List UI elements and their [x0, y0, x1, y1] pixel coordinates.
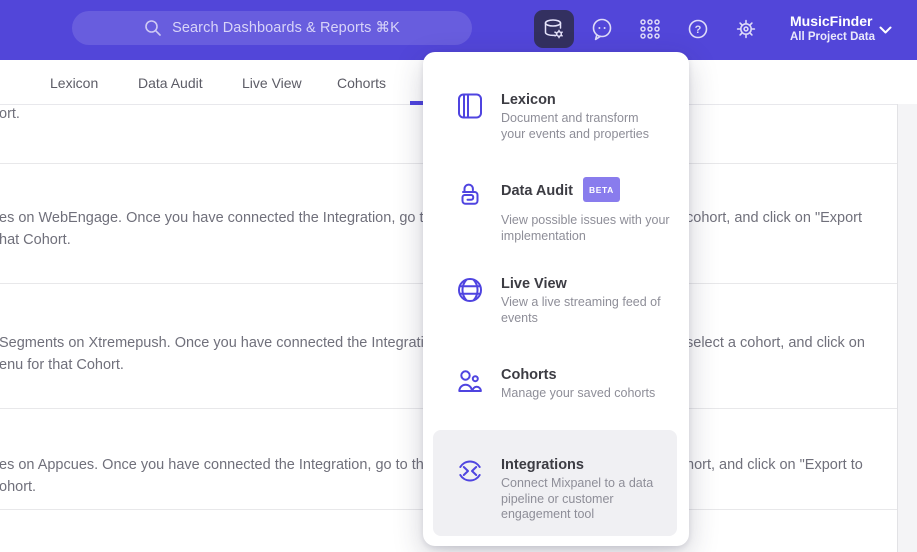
settings-button[interactable] — [726, 10, 766, 48]
chevron-down-icon[interactable] — [879, 26, 892, 34]
data-management-dropdown: Lexicon Document and transform your even… — [423, 52, 689, 546]
app-screen: ort. es on WebEngage. Once you have conn… — [0, 0, 917, 552]
search-placeholder: Search Dashboards & Reports ⌘K — [172, 20, 400, 36]
menu-item-label: Data Audit BETA — [501, 177, 671, 204]
menu-item-label: Lexicon — [501, 92, 556, 108]
menu-item-description: Manage your saved cohorts — [501, 386, 656, 400]
tab-live-view[interactable]: Live View — [242, 75, 302, 91]
menu-item-lexicon[interactable]: Lexicon Document and transform your even… — [455, 90, 671, 142]
sync-arrows-icon — [455, 456, 485, 486]
data-management-button[interactable] — [534, 10, 574, 48]
data-management-icon — [544, 19, 563, 39]
menu-item-label: Cohorts — [501, 367, 557, 383]
project-subtitle: All Project Data — [790, 31, 875, 43]
page-text-fragment: es on Appcues. Once you have connected t… — [0, 457, 448, 473]
page-text-fragment: ort. — [0, 106, 20, 122]
help-button[interactable]: ? — [678, 10, 718, 48]
menu-item-integrations[interactable]: Integrations Connect Mixpanel to a data … — [455, 455, 671, 523]
page-text-fragment: es on WebEngage. Once you have connected… — [0, 210, 456, 226]
page-text-fragment: select a cohort, and click on — [686, 335, 865, 351]
tab-cohorts[interactable]: Cohorts — [337, 75, 386, 91]
page-right-gutter — [897, 104, 917, 552]
menu-item-description: Connect Mixpanel to a data pipeline or c… — [501, 476, 654, 521]
page-text-fragment: Segments on Xtremepush. Once you have co… — [0, 335, 444, 351]
menu-item-description: View possible issues with your implement… — [501, 213, 670, 243]
apps-grid-button[interactable] — [630, 10, 670, 48]
apps-grid-icon — [640, 19, 660, 39]
settings-icon — [736, 19, 756, 39]
menu-item-label: Live View — [501, 276, 567, 292]
tab-data-audit[interactable]: Data Audit — [138, 75, 203, 91]
project-name: MusicFinder — [790, 13, 873, 29]
page-text-fragment: hat Cohort. — [0, 232, 71, 248]
active-tab-indicator — [410, 101, 424, 105]
project-switcher[interactable]: MusicFinder All Project Data — [790, 12, 875, 44]
menu-item-cohorts[interactable]: Cohorts Manage your saved cohorts — [455, 365, 671, 402]
beta-badge: BETA — [582, 177, 620, 202]
page-text-fragment: cohort, and click on "Export — [686, 210, 863, 226]
menu-item-data-audit[interactable]: Data Audit BETA View possible issues with… — [455, 177, 671, 244]
page-text-fragment: ohort. — [0, 479, 37, 495]
tab-lexicon[interactable]: Lexicon — [50, 75, 98, 91]
menu-item-live-view[interactable]: Live View View a live streaming feed of … — [455, 274, 671, 326]
globe-icon — [455, 275, 485, 305]
feedback-button[interactable] — [582, 10, 622, 48]
search-input[interactable]: Search Dashboards & Reports ⌘K — [72, 11, 472, 45]
menu-item-description: View a live streaming feed of events — [501, 295, 661, 325]
page-text-fragment: hort, and click on "Export to — [686, 457, 863, 473]
svg-text:?: ? — [695, 24, 702, 36]
menu-item-label: Integrations — [501, 457, 584, 473]
help-icon: ? — [688, 19, 708, 39]
search-icon — [145, 20, 161, 36]
top-nav-bar: Search Dashboards & Reports ⌘K ? MusicFi… — [0, 0, 917, 60]
feedback-icon — [592, 18, 612, 41]
people-icon — [455, 366, 485, 396]
page-text-fragment: enu for that Cohort. — [0, 357, 124, 373]
book-icon — [455, 91, 485, 121]
lock-spiral-icon — [455, 180, 485, 210]
menu-item-description: Document and transform your events and p… — [501, 111, 650, 141]
